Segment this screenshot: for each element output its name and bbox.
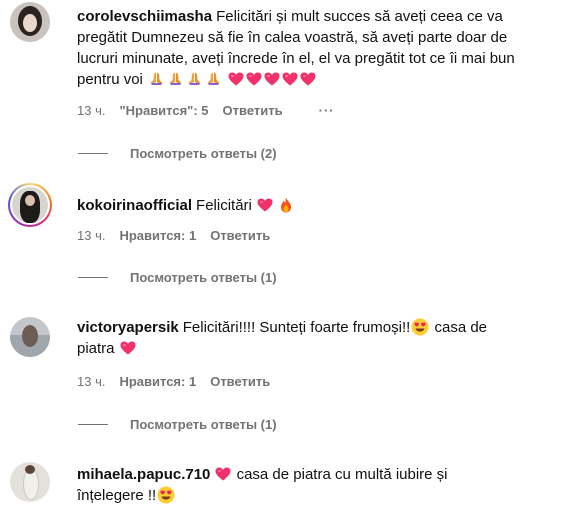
avatar[interactable] [10,462,50,502]
comment-text: mihaela.papuc.710 casa de piatra cu mult… [77,464,517,506]
username[interactable]: corolevschiimasha [77,8,212,25]
more-options-button[interactable]: ··· [319,103,335,118]
view-replies-label: Посмотреть ответы (2) [130,146,277,161]
likes-count[interactable]: "Нравится": 5 [119,103,208,118]
comment-time[interactable]: 13 ч. [77,228,105,243]
fire-icon [280,197,292,213]
reply-button[interactable]: Ответить [210,228,270,243]
divider-line [78,424,108,425]
likes-count[interactable]: Нравится: 1 [119,228,196,243]
comment-meta: 13 ч. "Нравится": 5 Ответить ··· [77,103,349,118]
comment-time[interactable]: 13 ч. [77,374,105,389]
heart-icon [120,341,136,355]
heart-icon [257,198,273,212]
view-replies-button[interactable]: Посмотреть ответы (2) [78,146,277,161]
comment-text: victoryapersik Felicitări!!!! Sunteți foa… [77,317,517,359]
comment-meta: 13 ч. Нравится: 1 Ответить [77,228,284,243]
heart-icon [264,72,280,86]
avatar[interactable] [10,317,50,357]
comment-text: corolevschiimasha Felicitări și mult succ… [77,6,517,90]
heart-icon [246,72,262,86]
divider-line [78,153,108,154]
heart-icon [282,72,298,86]
reply-button[interactable]: Ответить [210,374,270,389]
heart-eyes-icon [157,486,175,504]
comment-body: Felicitări!!!! Sunteți foarte frumoși!! [182,319,411,336]
view-replies-label: Посмотреть ответы (1) [130,417,277,432]
heart-icon [228,72,244,86]
username[interactable]: mihaela.papuc.710 [77,466,210,483]
comment-meta: 13 ч. Нравится: 1 Ответить [77,374,284,389]
avatar[interactable] [10,2,50,42]
folded-hands-icon [187,71,202,86]
reply-button[interactable]: Ответить [223,103,283,118]
folded-hands-icon [149,71,164,86]
comment-time[interactable]: 13 ч. [77,103,105,118]
divider-line [78,277,108,278]
view-replies-label: Посмотреть ответы (1) [130,270,277,285]
likes-count[interactable]: Нравится: 1 [119,374,196,389]
username[interactable]: kokoirinaofficial [77,197,192,214]
avatar[interactable] [8,183,52,227]
heart-icon [300,72,316,86]
username[interactable]: victoryapersik [77,319,179,336]
comment-text: kokoirinaofficial Felicitări [77,195,517,216]
view-replies-button[interactable]: Посмотреть ответы (1) [78,417,277,432]
comment-body: Felicitări [196,197,252,214]
heart-icon [215,467,231,481]
folded-hands-icon [206,71,221,86]
heart-eyes-icon [411,318,429,336]
view-replies-button[interactable]: Посмотреть ответы (1) [78,270,277,285]
folded-hands-icon [168,71,183,86]
